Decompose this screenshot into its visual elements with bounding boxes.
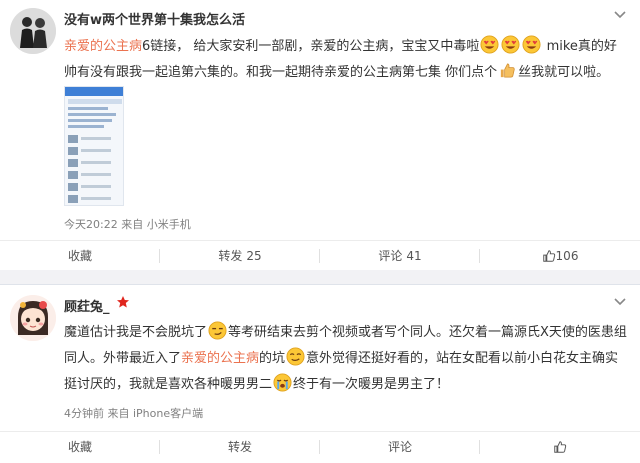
comment-label: 评论 <box>387 440 412 454</box>
post-image-thumbnail[interactable] <box>64 86 124 206</box>
post-text-part: 的坑 <box>259 351 286 366</box>
post-text-part: 魔道估计我是不会脱坑了 <box>64 325 208 340</box>
smirk-emoji-icon <box>208 321 227 340</box>
repost-count: 25 <box>246 248 262 263</box>
repost-button[interactable]: 转发 25 <box>160 241 320 270</box>
post-meta: 今天20:22 来自 小米手机 <box>64 218 191 231</box>
post-text: 魔道估计我是不会脱坑了 等考研结束去剪个视频或者写个同人。还欠着一篇源氏X天使的医… <box>64 320 629 398</box>
post-text-part: 终于有一次暖男是男主了！ <box>293 377 450 392</box>
post-meta: 4分钟前 来自 iPhone客户端 <box>64 407 204 420</box>
like-icon <box>542 249 555 262</box>
collect-label: 收藏 <box>67 249 92 263</box>
comment-button[interactable]: 评论 <box>320 432 480 461</box>
post-text-part: 6链接， 给大家安利一部剧，亲爱的公主病，宝宝又中毒啦 <box>142 39 480 54</box>
comment-button[interactable]: 评论 41 <box>320 241 480 270</box>
action-bar: 收藏 转发 25 评论 41 106 <box>0 240 640 270</box>
post-text: 亲爱的公主病6链接， 给大家安利一部剧，亲爱的公主病，宝宝又中毒啦 mike真的… <box>64 34 629 86</box>
like-button[interactable]: 106 <box>480 241 640 270</box>
repost-label: 转发 <box>227 440 252 454</box>
weibo-post-2: 顾荭兔_ 魔道估计我是不会脱坑了 等考研结束去剪个视频或者写个同人。还欠着一篇源氏… <box>0 284 640 463</box>
collect-label: 收藏 <box>67 440 92 454</box>
chevron-down-icon[interactable] <box>612 294 628 310</box>
repost-button[interactable]: 转发 <box>160 432 320 461</box>
post-text-part: 丝我就可以啦。 <box>518 65 610 80</box>
user-avatar[interactable] <box>10 295 56 341</box>
comment-label: 评论 <box>378 249 403 263</box>
heart-eyes-emoji-icon <box>522 35 541 54</box>
thumbs-up-emoji-icon <box>500 63 515 78</box>
like-icon <box>554 440 567 453</box>
collect-button[interactable]: 收藏 <box>0 432 160 461</box>
chevron-down-icon[interactable] <box>612 7 628 23</box>
like-count: 106 <box>555 248 579 263</box>
crying-emoji-icon <box>273 373 292 392</box>
crown-badge-icon <box>117 296 129 308</box>
collect-button[interactable]: 收藏 <box>0 241 160 270</box>
smirk-emoji-icon <box>286 347 305 366</box>
repost-label: 转发 <box>218 249 243 263</box>
username[interactable]: 没有w两个世界第十集我怎么活 <box>64 9 245 28</box>
username[interactable]: 顾荭兔_ <box>64 296 110 315</box>
topic-link[interactable]: 亲爱的公主病 <box>181 351 259 366</box>
user-avatar[interactable] <box>10 8 56 54</box>
heart-eyes-emoji-icon <box>501 35 520 54</box>
topic-link[interactable]: 亲爱的公主病 <box>64 39 142 54</box>
weibo-post-1: 没有w两个世界第十集我怎么活 亲爱的公主病6链接， 给大家安利一部剧，亲爱的公主… <box>0 0 640 270</box>
heart-eyes-emoji-icon <box>480 35 499 54</box>
action-bar: 收藏 转发 评论 <box>0 431 640 461</box>
comment-count: 41 <box>406 248 422 263</box>
like-button[interactable] <box>480 432 640 461</box>
